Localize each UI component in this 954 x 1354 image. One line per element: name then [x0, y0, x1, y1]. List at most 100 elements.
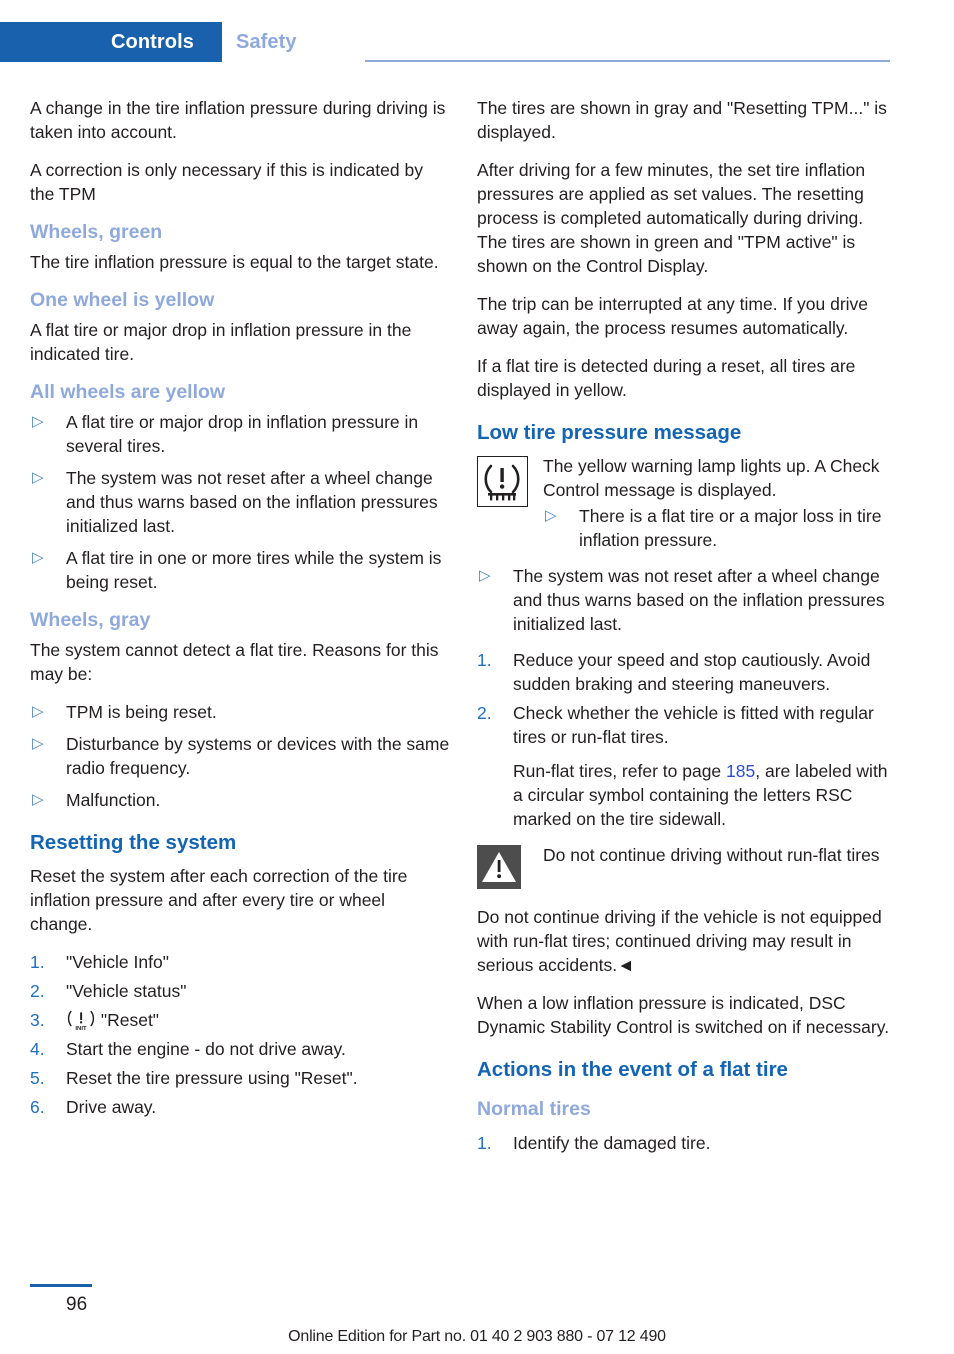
list-item-text: Disturbance by systems or devices with t… [66, 734, 450, 778]
list-item: 1. "Vehicle Info" [30, 950, 450, 974]
paragraph-pressure-change: A change in the tire inflation pressure … [30, 98, 446, 142]
paragraph-wheels-gray: The system cannot detect a flat tire. Re… [30, 640, 439, 684]
triangle-bullet-icon: ▷ [32, 703, 44, 720]
list-item-text: A flat tire or major drop in inflation p… [66, 412, 419, 456]
list-item: 3. INIT "Reset" [30, 1008, 450, 1032]
list-item: ▷ The system was not reset after a wheel… [30, 466, 450, 538]
step-number: 2. [477, 703, 492, 723]
paragraph-resetting-intro: Reset the system after each correction o… [30, 866, 408, 934]
chapter-tab-strip: Controls Safety [0, 22, 954, 62]
step-number: 2. [30, 981, 45, 1001]
page-reference-link[interactable]: 185 [726, 761, 755, 781]
triangle-bullet-icon: ▷ [545, 507, 557, 524]
list-item: 2. Check whether the vehicle is fitted w… [477, 701, 897, 831]
paragraph-dsc: When a low inflation pressure is indicat… [477, 993, 890, 1037]
warning-body-text: Do not continue driving if the vehicle i… [477, 907, 882, 975]
warning-title-body: Do not continue driving without run-flat… [543, 843, 897, 867]
tab-controls[interactable]: Controls [0, 22, 222, 62]
step-number: 1. [477, 1133, 492, 1153]
list-item: 1. Identify the damaged tire. [477, 1131, 897, 1155]
step-number: 5. [30, 1068, 45, 1088]
step-text: Reduce your speed and stop cautiously. A… [513, 650, 871, 694]
list-item: ▷ A flat tire in one or more tires while… [30, 546, 450, 594]
list-all-wheels-yellow: ▷ A flat tire or major drop in inflation… [30, 410, 450, 594]
paragraph-warning-body: Do not continue driving if the vehicle i… [477, 905, 897, 977]
triangle-bullet-icon: ▷ [32, 549, 44, 566]
heading-low-tire-pressure-message: Low tire pressure message [477, 421, 742, 444]
list-item: 6. Drive away. [30, 1095, 450, 1119]
list-item-text: A flat tire in one or more tires while t… [66, 548, 442, 592]
paragraph-trip-interrupt: The trip can be interrupted at any time.… [477, 294, 869, 338]
list-item-text: The system was not reset after a wheel c… [513, 566, 885, 634]
tab-safety[interactable]: Safety [236, 22, 297, 62]
warning-triangle-icon [477, 845, 521, 889]
tpm-warning-lamp-icon [477, 456, 528, 507]
run-flat-text-pre: Run-flat tires, refer to page [513, 761, 727, 781]
list-item: ▷ TPM is being reset. [30, 700, 450, 724]
triangle-bullet-icon: ▷ [32, 469, 44, 486]
heading-all-wheels-yellow: All wheels are yellow [30, 381, 226, 403]
paragraph-tires-gray-resetting: The tires are shown in gray and "Resetti… [477, 98, 887, 142]
step-number: 3. [30, 1010, 45, 1030]
end-of-warning-marker: ◄ [617, 955, 635, 975]
page-footer: 96 Online Edition for Part no. 01 40 2 9… [0, 1266, 954, 1354]
list-system-not-reset: ▷ The system was not reset after a wheel… [477, 564, 897, 636]
manual-page: Controls Safety A change in the tire inf… [0, 0, 954, 1354]
page-number: 96 [66, 1294, 88, 1315]
heading-one-wheel-yellow: One wheel is yellow [30, 289, 215, 311]
step-number: 4. [30, 1039, 45, 1059]
paragraph-one-wheel-yellow: A flat tire or major drop in inflation p… [30, 320, 412, 364]
step-number: 1. [30, 952, 45, 972]
tab-safety-label: Safety [236, 30, 297, 53]
note-tpm-warning: The yellow warning lamp lights up. A Che… [477, 454, 897, 552]
triangle-bullet-icon: ▷ [32, 791, 44, 808]
list-item: 1. Reduce your speed and stop cautiously… [477, 648, 897, 696]
list-item: ▷ A flat tire or major drop in inflation… [30, 410, 450, 458]
heading-wheels-gray: Wheels, gray [30, 609, 151, 631]
list-item: ▷ Malfunction. [30, 788, 450, 812]
paragraph-flat-during-reset: If a flat tire is detected during a rese… [477, 356, 856, 400]
tab-controls-label: Controls [110, 30, 194, 53]
header-rule [365, 60, 890, 62]
note-tpm-warning-text: The yellow warning lamp lights up. A Che… [543, 456, 880, 500]
left-column: A change in the tire inflation pressure … [30, 96, 450, 1131]
step-text: Start the engine - do not drive away. [66, 1039, 346, 1059]
warning-title: Do not continue driving without run-flat… [543, 845, 880, 865]
list-item-text: Malfunction. [66, 790, 161, 810]
footer-rule [30, 1284, 92, 1287]
list-tpm-warning-causes: ▷ There is a flat tire or a major loss i… [543, 504, 897, 552]
list-item-text: TPM is being reset. [66, 702, 217, 722]
step-text: "Vehicle Info" [66, 952, 169, 972]
paragraph-after-driving: After driving for a few minutes, the set… [477, 160, 866, 276]
step-text: Identify the damaged tire. [513, 1133, 711, 1153]
right-column: The tires are shown in gray and "Resetti… [477, 96, 897, 1167]
step-text: "Reset" [100, 1010, 160, 1030]
paragraph-correction-tpm: A correction is only necessary if this i… [30, 160, 423, 204]
tpm-init-icon: INIT [66, 1009, 96, 1032]
list-item: 5. Reset the tire pressure using "Reset"… [30, 1066, 450, 1090]
note-tpm-warning-body: The yellow warning lamp lights up. A Che… [543, 454, 897, 552]
list-flat-tire-actions: 1. Reduce your speed and stop cautiously… [477, 648, 897, 831]
footer-edition-text: Online Edition for Part no. 01 40 2 903 … [288, 1328, 666, 1345]
heading-wheels-green: Wheels, green [30, 221, 163, 243]
triangle-bullet-icon: ▷ [479, 567, 491, 584]
step-text: Drive away. [66, 1097, 157, 1117]
step-text: Check whether the vehicle is fitted with… [513, 703, 874, 747]
list-normal-tires-steps: 1. Identify the damaged tire. [477, 1131, 897, 1155]
heading-resetting-the-system: Resetting the system [30, 831, 237, 854]
list-item: 4. Start the engine - do not drive away. [30, 1037, 450, 1061]
list-item: 2. "Vehicle status" [30, 979, 450, 1003]
triangle-bullet-icon: ▷ [32, 413, 44, 430]
paragraph-wheels-green: The tire inflation pressure is equal to … [30, 252, 439, 272]
step-number: 6. [30, 1097, 45, 1117]
step-number: 1. [477, 650, 492, 670]
list-item: ▷ Disturbance by systems or devices with… [30, 732, 450, 780]
heading-normal-tires: Normal tires [477, 1098, 591, 1120]
heading-actions-flat-tire: Actions in the event of a flat tire [477, 1058, 788, 1081]
list-wheels-gray-reasons: ▷ TPM is being reset. ▷ Disturbance by s… [30, 700, 450, 812]
list-item: ▷ The system was not reset after a wheel… [477, 564, 897, 636]
svg-text:INIT: INIT [75, 1026, 87, 1031]
list-item-text: There is a flat tire or a major loss in … [579, 506, 882, 550]
step-text: Reset the tire pressure using "Reset". [66, 1068, 358, 1088]
step-text: "Vehicle status" [66, 981, 187, 1001]
